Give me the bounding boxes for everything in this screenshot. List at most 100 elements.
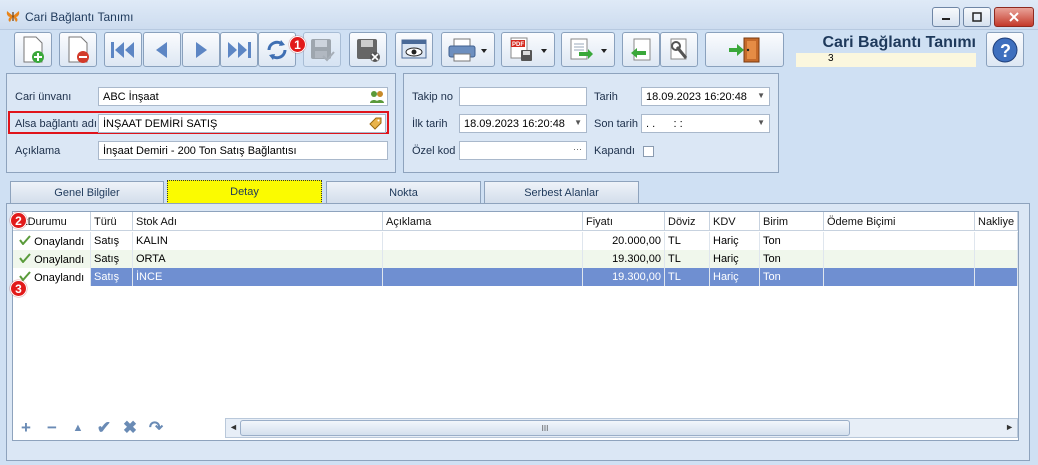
up-icon[interactable]: ▲	[68, 419, 88, 437]
scroll-thumb[interactable]: III	[240, 420, 850, 436]
cancel-save-icon	[357, 38, 380, 62]
check-icon	[19, 253, 31, 264]
cell	[824, 250, 975, 268]
table-row[interactable]: Onaylandı Satış KALIN 20.000,00 TL Hariç…	[13, 232, 1018, 250]
remove-icon[interactable]: −	[42, 418, 62, 437]
scroll-right-icon[interactable]: ►	[1005, 422, 1014, 432]
ozel-kod-field[interactable]: ···	[459, 141, 587, 160]
tools-icon	[670, 38, 688, 59]
alsa-value: İNŞAAT DEMİRİ SATIŞ	[103, 118, 218, 130]
tools-button[interactable]	[660, 32, 698, 67]
butterfly-icon	[6, 11, 20, 22]
help-icon: ?	[992, 37, 1018, 62]
svg-text:?: ?	[1000, 41, 1011, 61]
maximize-icon	[972, 12, 982, 22]
column-header[interactable]: KDV	[710, 212, 760, 231]
refresh-icon[interactable]: ↷	[146, 418, 166, 437]
column-header[interactable]: Açıklama	[383, 212, 583, 231]
column-header[interactable]: Döviz	[665, 212, 710, 231]
preview-button[interactable]	[395, 32, 433, 67]
export-icon	[570, 38, 607, 59]
son-tarih-field[interactable]: . . : : ▼	[641, 114, 770, 133]
new-button[interactable]	[14, 32, 52, 67]
ellipsis-button[interactable]: ···	[573, 144, 582, 154]
cell	[383, 250, 583, 268]
add-icon[interactable]: +	[16, 418, 36, 437]
alsa-field[interactable]: İNŞAAT DEMİRİ SATIŞ	[98, 114, 386, 133]
chevron-down-icon[interactable]: ▼	[757, 91, 765, 100]
delete-document-icon	[68, 36, 89, 63]
export-button[interactable]	[561, 32, 615, 67]
last-record-button[interactable]	[220, 32, 258, 67]
cell: Ton	[760, 268, 824, 286]
cell: Satış	[91, 250, 133, 268]
cell: Ton	[760, 250, 824, 268]
close-button[interactable]	[994, 7, 1034, 27]
cell: KALIN	[133, 232, 383, 250]
first-record-icon	[111, 41, 134, 58]
chevron-down-icon[interactable]: ▼	[757, 118, 765, 127]
tab-genel-bilgiler[interactable]: Genel Bilgiler	[10, 181, 164, 203]
tab-serbest-alanlar[interactable]: Serbest Alanlar	[484, 181, 639, 203]
cell: ORTA	[133, 250, 383, 268]
delete-button[interactable]	[59, 32, 97, 67]
scroll-left-icon[interactable]: ◄	[229, 422, 238, 432]
tag-icon[interactable]	[369, 117, 382, 130]
chevron-down-icon[interactable]: ▼	[574, 118, 582, 127]
grid-navigator: + − ▲ ✔ ✖ ↷	[14, 417, 224, 439]
ilk-tarih-label: İlk tarih	[412, 118, 448, 130]
previous-record-button[interactable]	[143, 32, 181, 67]
detail-grid[interactable]: ıytDurumu Türü Stok Adı Açıklama Fiyatı …	[12, 211, 1019, 441]
takip-no-field[interactable]	[459, 87, 587, 106]
previous-record-icon	[156, 41, 167, 58]
window-title: Cari Bağlantı Tanımı	[25, 10, 134, 24]
tab-detay[interactable]: Detay	[167, 180, 322, 204]
last-record-icon	[228, 41, 251, 58]
save-button[interactable]	[303, 32, 341, 67]
tarih-field[interactable]: 18.09.2023 16:20:48 ▼	[641, 87, 770, 106]
ilk-tarih-field[interactable]: 18.09.2023 16:20:48 ▼	[459, 114, 587, 133]
first-record-button[interactable]	[104, 32, 142, 67]
column-header[interactable]: Fiyatı	[583, 212, 665, 231]
maximize-button[interactable]	[963, 7, 991, 27]
kapandi-checkbox[interactable]	[643, 146, 654, 157]
cell	[824, 232, 975, 250]
cari-unvani-field[interactable]: ABC İnşaat	[98, 87, 388, 106]
import-button[interactable]	[622, 32, 660, 67]
minimize-button[interactable]	[932, 7, 960, 27]
cell	[975, 232, 1018, 250]
print-button[interactable]	[441, 32, 495, 67]
takip-no-label: Takip no	[412, 91, 453, 103]
column-header[interactable]: Stok Adı	[133, 212, 383, 231]
next-record-icon	[196, 41, 207, 58]
preview-icon	[401, 39, 427, 58]
cell: Hariç	[710, 232, 760, 250]
column-header[interactable]: Birim	[760, 212, 824, 231]
cell: Satış	[91, 268, 133, 286]
next-record-button[interactable]	[182, 32, 220, 67]
people-icon[interactable]	[370, 90, 384, 103]
confirm-icon[interactable]: ✔	[94, 418, 114, 437]
horizontal-scrollbar[interactable]: ◄ III ►	[225, 418, 1018, 438]
help-button[interactable]: ?	[986, 32, 1024, 67]
status-text: Onaylandı	[34, 272, 85, 284]
tab-nokta[interactable]: Nokta	[326, 181, 481, 203]
column-header[interactable]: Nakliye T	[975, 212, 1018, 231]
cari-unvani-value: ABC İnşaat	[103, 91, 159, 103]
tarih-label: Tarih	[594, 91, 618, 103]
cancel-icon[interactable]: ✖	[120, 418, 140, 437]
aciklama-field[interactable]: İnşaat Demiri - 200 Ton Satış Bağlantısı	[98, 141, 388, 160]
table-row[interactable]: Onaylandı Satış ORTA 19.300,00 TL Hariç …	[13, 250, 1018, 268]
status-text: Onaylandı	[34, 254, 85, 266]
aciklama-label: Açıklama	[15, 145, 61, 157]
pdf-label: PDF	[512, 42, 524, 48]
column-header[interactable]: Türü	[91, 212, 133, 231]
cell	[383, 232, 583, 250]
table-row-selected[interactable]: Onaylandı Satış İNCE 19.300,00 TL Hariç …	[13, 268, 1018, 286]
cell: Satış	[91, 232, 133, 250]
pdf-export-button[interactable]: PDF	[501, 32, 555, 67]
exit-button[interactable]	[705, 32, 784, 67]
save-icon	[311, 38, 335, 61]
column-header[interactable]: Ödeme Biçimi	[824, 212, 975, 231]
cancel-save-button[interactable]	[349, 32, 387, 67]
